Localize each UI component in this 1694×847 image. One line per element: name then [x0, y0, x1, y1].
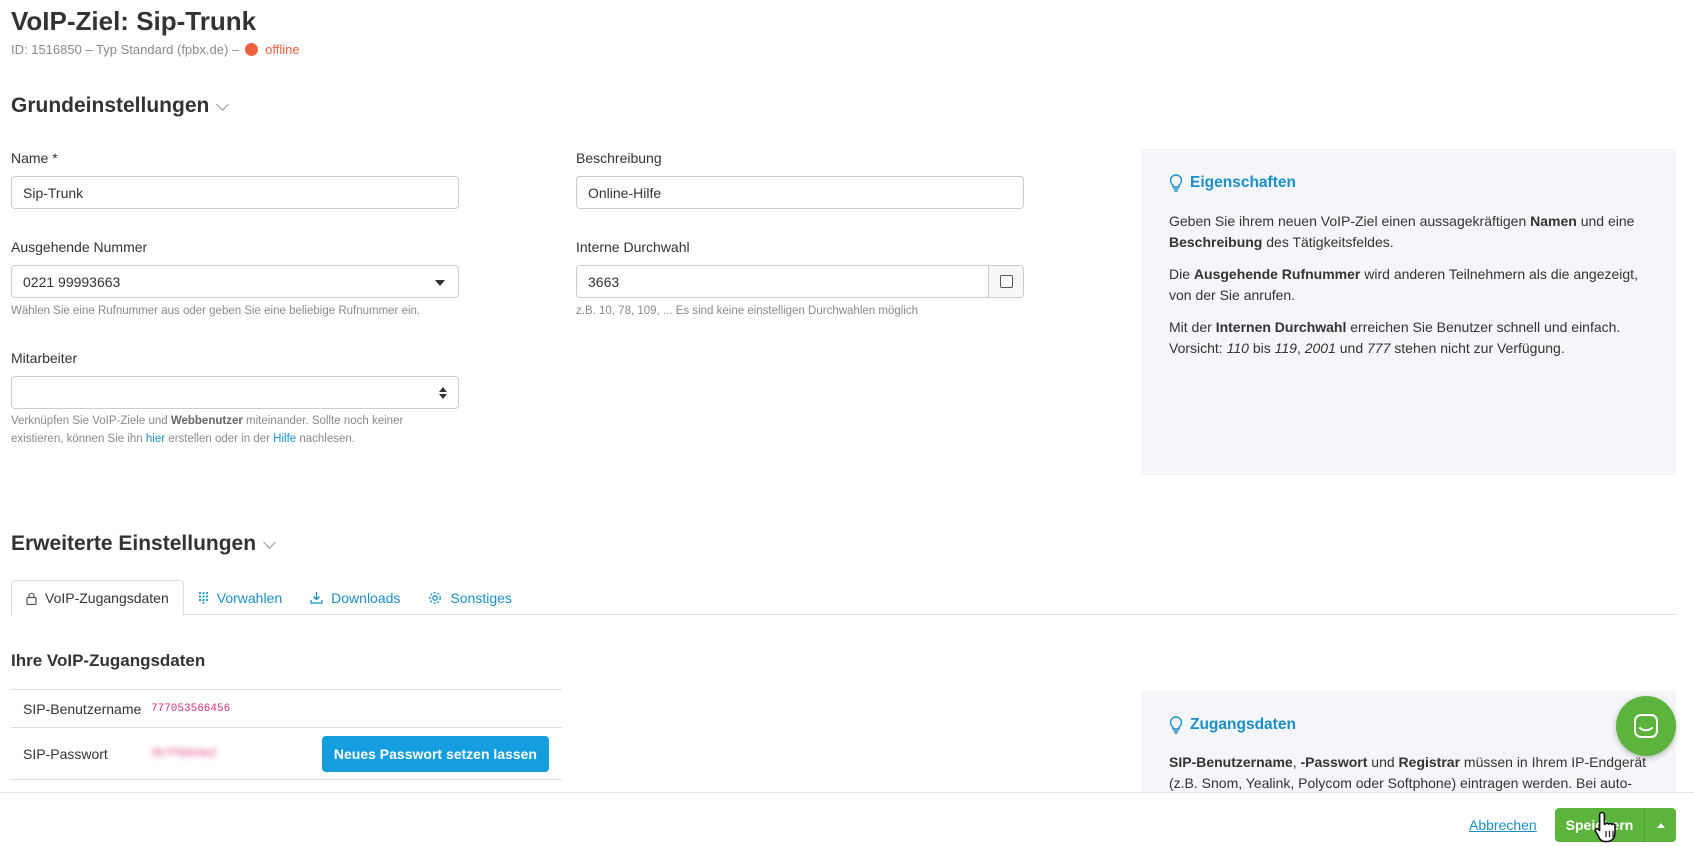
employee-label: Mitarbeiter: [11, 350, 78, 366]
hand-cursor-icon: [1594, 811, 1616, 843]
employee-help: Verknüpfen Sie VoIP-Ziele und Webbenutze…: [11, 415, 404, 445]
extension-input[interactable]: 3663: [576, 265, 1024, 298]
outgoing-number-label: Ausgehende Nummer: [11, 239, 148, 255]
download-icon: [310, 592, 323, 604]
table-row: SIP-Passwort 3h7fGbk9e2 Neues Passwort s…: [11, 727, 562, 780]
access-title: Zugangsdaten: [1169, 716, 1296, 734]
outgoing-number-help: Wählen Sie eine Rufnummer aus oder geben…: [11, 305, 421, 317]
updown-arrows-icon: [439, 387, 447, 399]
tab-area-codes[interactable]: Vorwahlen: [184, 580, 296, 615]
lightbulb-icon: [1169, 716, 1183, 734]
access-info-box: Zugangsdaten SIP-Benutzername, -Passwort…: [1141, 691, 1676, 792]
tab-voip-credentials[interactable]: VoIP-Zugangsdaten: [11, 580, 184, 616]
page-subtitle: ID: 1516850 – Typ Standard (fpbx.de) – o…: [11, 42, 300, 57]
name-input[interactable]: Sip-Trunk: [11, 176, 459, 209]
name-label: Name *: [11, 150, 58, 166]
lock-icon: [26, 592, 37, 605]
advanced-settings-title: Erweiterte Einstellungen: [11, 532, 257, 555]
status-dot-icon: [245, 43, 259, 56]
extension-checkbox-addon[interactable]: [988, 266, 1023, 297]
new-password-button[interactable]: Neues Passwort setzen lassen: [321, 736, 549, 772]
chat-widget-button[interactable]: [1616, 696, 1676, 756]
chat-icon: [1634, 714, 1658, 738]
properties-info-box: Eigenschaften Geben Sie ihrem neuen VoIP…: [1141, 148, 1676, 476]
properties-text: Geben Sie ihrem neuen VoIP-Ziel einen au…: [1169, 213, 1638, 356]
gear-icon: [429, 591, 442, 604]
basic-settings-title: Grundeinstellungen: [11, 94, 210, 117]
extension-checkbox[interactable]: [999, 275, 1013, 288]
caret-down-icon[interactable]: [435, 280, 445, 286]
sip-username-label: SIP-Benutzername: [23, 700, 142, 717]
keypad-icon: [198, 591, 208, 604]
voip-meta: ID: 1516850 – Typ Standard (fpbx.de) –: [11, 42, 240, 57]
extension-value: 3663: [588, 273, 620, 290]
tab-downloads[interactable]: Downloads: [296, 580, 414, 615]
chevron-down-icon[interactable]: [216, 97, 230, 111]
access-text: SIP-Benutzername, -Passwort und Registra…: [1169, 754, 1646, 791]
extension-help: z.B. 10, 78, 109, ... Es sind keine eins…: [576, 305, 918, 317]
extension-label: Interne Durchwahl: [576, 239, 690, 255]
outgoing-number-select[interactable]: 0221 99993663: [11, 265, 459, 298]
outgoing-number-value: 0221 99993663: [23, 273, 121, 290]
caret-up-icon: [1656, 822, 1665, 828]
sip-username-value[interactable]: 777053566456: [151, 703, 230, 715]
here-link[interactable]: hier: [146, 433, 165, 445]
credentials-heading: Ihre VoIP-Zugangsdaten: [11, 651, 206, 670]
footer-bar: Abbrechen Speichern: [0, 792, 1694, 847]
credentials-table: SIP-Benutzername 777053566456 SIP-Passwo…: [11, 689, 562, 780]
basic-settings-heading[interactable]: Grundeinstellungen: [11, 94, 230, 118]
tab-misc[interactable]: Sonstiges: [414, 580, 525, 615]
status-badge: offline: [265, 42, 300, 57]
cancel-button[interactable]: Abbrechen: [1469, 817, 1537, 833]
table-row: SIP-Benutzername 777053566456: [11, 689, 562, 727]
sip-password-value[interactable]: 3h7fGbk9e2: [151, 748, 217, 760]
help-link[interactable]: Hilfe: [273, 433, 296, 445]
advanced-settings-heading[interactable]: Erweiterte Einstellungen: [11, 532, 276, 556]
lightbulb-icon: [1169, 174, 1183, 192]
chevron-down-icon[interactable]: [263, 535, 276, 549]
description-input[interactable]: Online-Hilfe: [576, 176, 1024, 209]
save-dropdown-toggle[interactable]: [1644, 808, 1676, 842]
sip-password-label: SIP-Passwort: [23, 745, 108, 762]
employee-select[interactable]: [11, 376, 459, 409]
page-title: VoIP-Ziel: Sip-Trunk: [11, 6, 257, 36]
advanced-tabs: VoIP-Zugangsdaten Vorwahlen Downloads So…: [11, 580, 1676, 616]
properties-title: Eigenschaften: [1169, 174, 1296, 192]
description-label: Beschreibung: [576, 150, 662, 166]
